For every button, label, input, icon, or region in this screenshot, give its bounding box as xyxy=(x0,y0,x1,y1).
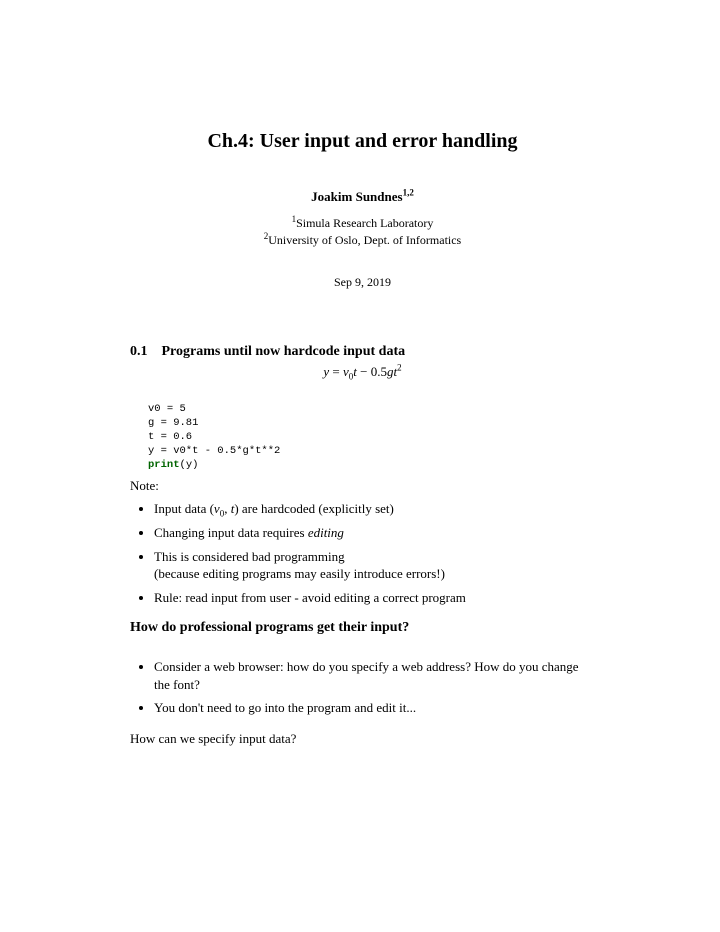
affil-2: University of Oslo, Dept. of Informatics xyxy=(268,233,461,247)
equation: y = v0t − 0.5gt2 xyxy=(130,364,595,380)
code-l1: v0 = 5 xyxy=(148,403,186,415)
code-l5-rest: (y) xyxy=(180,459,199,471)
code-l5-kw: print xyxy=(148,459,180,471)
eq-t2-sup: 2 xyxy=(397,362,402,372)
code-l3: t = 0.6 xyxy=(148,431,192,443)
affiliations: 1Simula Research Laboratory 2University … xyxy=(130,215,595,249)
list-item: You don't need to go into the program an… xyxy=(154,699,595,717)
subheading: How do professional programs get their i… xyxy=(130,620,595,636)
li-text: Changing input data requires xyxy=(154,525,308,540)
document-page: Ch.4: User input and error handling Joak… xyxy=(0,0,720,787)
li-em: editing xyxy=(308,525,344,540)
author-line: Joakim Sundnes1,2 xyxy=(130,189,595,205)
author-sup: 1,2 xyxy=(403,188,414,198)
list-item: Changing input data requires editing xyxy=(154,524,595,542)
author-name: Joakim Sundnes xyxy=(311,189,402,204)
li-text: Rule: read input from user - avoid editi… xyxy=(154,590,466,605)
code-block: v0 = 5 g = 9.81 t = 0.6 y = v0*t - 0.5*g… xyxy=(148,402,595,473)
li-text: ) are hardcoded (explicitly set) xyxy=(234,501,394,516)
li-text: You don't need to go into the program an… xyxy=(154,700,416,715)
list-item: Rule: read input from user - avoid editi… xyxy=(154,589,595,607)
li-text: Consider a web browser: how do you speci… xyxy=(154,659,579,692)
li-text: Input data ( xyxy=(154,501,214,516)
bullet-list-1: Input data (v0, t) are hardcoded (explic… xyxy=(130,500,595,606)
section-number: 0.1 xyxy=(130,344,148,360)
document-date: Sep 9, 2019 xyxy=(130,275,595,290)
document-title: Ch.4: User input and error handling xyxy=(130,130,595,153)
closing-question: How can we specify input data? xyxy=(130,731,595,747)
code-l4: y = v0*t - 0.5*g*t**2 xyxy=(148,445,280,457)
list-item: Consider a web browser: how do you speci… xyxy=(154,658,595,693)
affil-1: Simula Research Laboratory xyxy=(296,216,433,230)
bullet-list-2: Consider a web browser: how do you speci… xyxy=(130,658,595,717)
list-item: Input data (v0, t) are hardcoded (explic… xyxy=(154,500,595,518)
note-label: Note: xyxy=(130,478,595,494)
li-text: This is considered bad programming xyxy=(154,549,345,564)
li-subtext: (because editing programs may easily int… xyxy=(154,565,595,583)
eq-minus: − 0.5 xyxy=(357,364,387,379)
code-l2: g = 9.81 xyxy=(148,417,198,429)
section-title: Programs until now hardcode input data xyxy=(162,344,406,359)
section-heading: 0.1 Programs until now hardcode input dat… xyxy=(130,344,595,360)
eq-eq: = xyxy=(329,364,343,379)
list-item: This is considered bad programming (beca… xyxy=(154,548,595,583)
